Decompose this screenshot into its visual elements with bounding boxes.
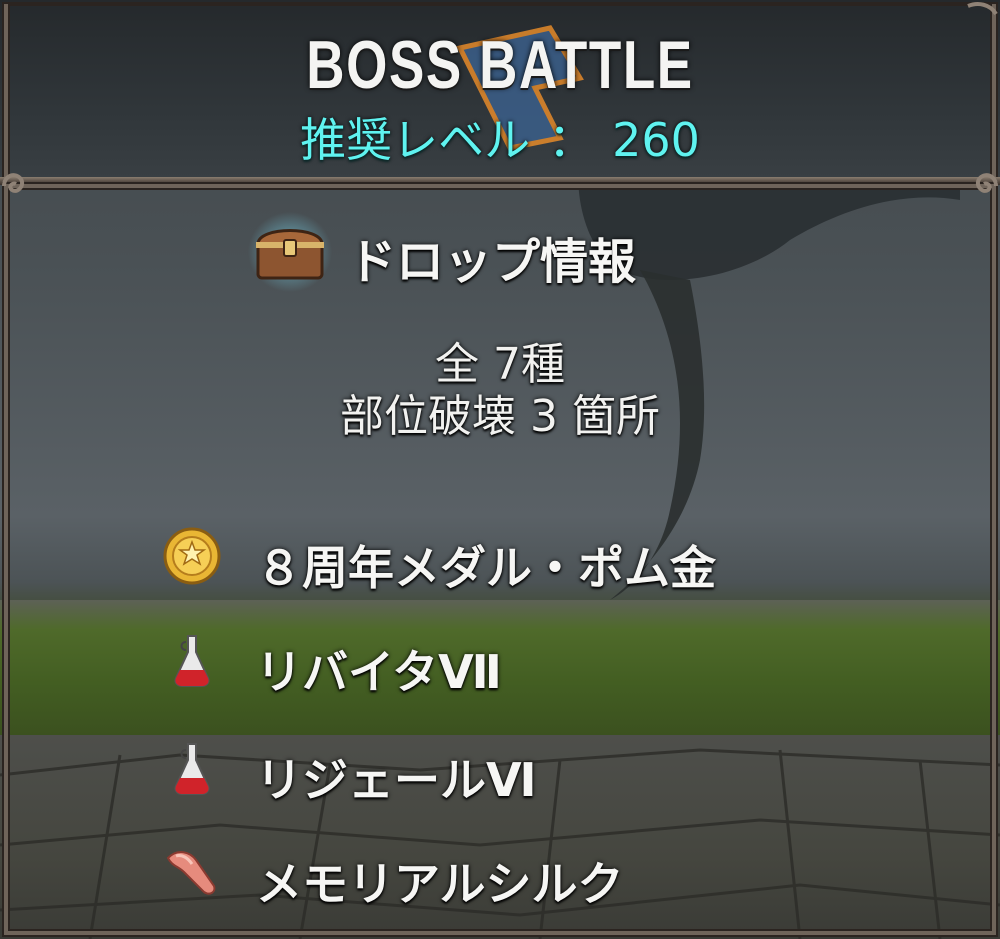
drop-item-name: メモリアルシルク bbox=[256, 857, 624, 911]
drop-item: リバイタⅦ bbox=[162, 630, 862, 699]
drop-info-title: ドロップ情報 bbox=[348, 234, 637, 290]
recommended-level: 推奨レベル ： 260 bbox=[0, 104, 1000, 170]
drop-item-name: リバイタⅦ bbox=[256, 645, 502, 699]
level-value: 260 bbox=[612, 113, 700, 167]
drop-item-name: リジェールⅥ bbox=[256, 753, 537, 807]
drop-item: リジェールⅥ bbox=[162, 738, 862, 807]
treasure-chest-icon bbox=[248, 212, 332, 292]
drop-item-name: ８周年メダル・ポム金 bbox=[256, 541, 716, 595]
drop-item: ８周年メダル・ポム金 bbox=[162, 526, 862, 595]
frame-ornament-right bbox=[975, 173, 998, 193]
gold-medal-icon bbox=[163, 527, 221, 585]
level-label: 推奨レベル bbox=[300, 113, 531, 167]
boss-info-panel: BOSS BATTLE 推奨レベル： 260 ドロップ情報 全 7種 部位破壊 3… bbox=[0, 0, 1000, 939]
frame-ornament-left bbox=[2, 173, 25, 193]
drop-item: メモリアルシルク bbox=[162, 842, 862, 911]
red-potion-icon bbox=[174, 635, 210, 687]
page-title: BOSS BATTLE bbox=[306, 27, 694, 103]
red-potion-icon bbox=[174, 743, 210, 795]
frame-ornament-top-right bbox=[967, 2, 998, 16]
level-separator: ： bbox=[548, 113, 595, 167]
part-break-count: 部位破壊 3 箇所 bbox=[340, 391, 660, 442]
silk-cloth-icon bbox=[166, 851, 216, 895]
